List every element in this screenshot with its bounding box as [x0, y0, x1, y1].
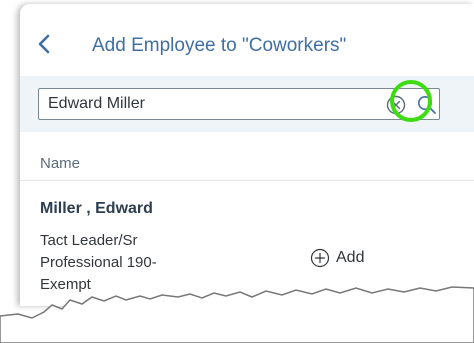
add-circle-icon — [310, 248, 330, 268]
employee-name: Miller , Edward — [40, 200, 153, 217]
chevron-left-icon — [38, 34, 50, 54]
dialog-header: Add Employee to "Coworkers" — [20, 4, 474, 84]
list-column-header: Name — [20, 132, 474, 181]
add-employee-button[interactable]: Add — [310, 245, 364, 271]
add-button-label: Add — [336, 249, 365, 266]
table-row: Miller , Edward Tact Leader/Sr Professio… — [20, 181, 474, 306]
search-highlight-circle — [390, 80, 432, 122]
add-employee-dialog: Add Employee to "Coworkers" Name Miller … — [20, 4, 474, 306]
dialog-title: Add Employee to "Coworkers" — [92, 35, 347, 56]
column-header-name: Name — [40, 155, 81, 172]
back-button[interactable] — [34, 32, 56, 56]
search-input[interactable] — [38, 88, 440, 120]
employee-title: Tact Leader/Sr Professional 190-Exempt — [40, 232, 157, 293]
